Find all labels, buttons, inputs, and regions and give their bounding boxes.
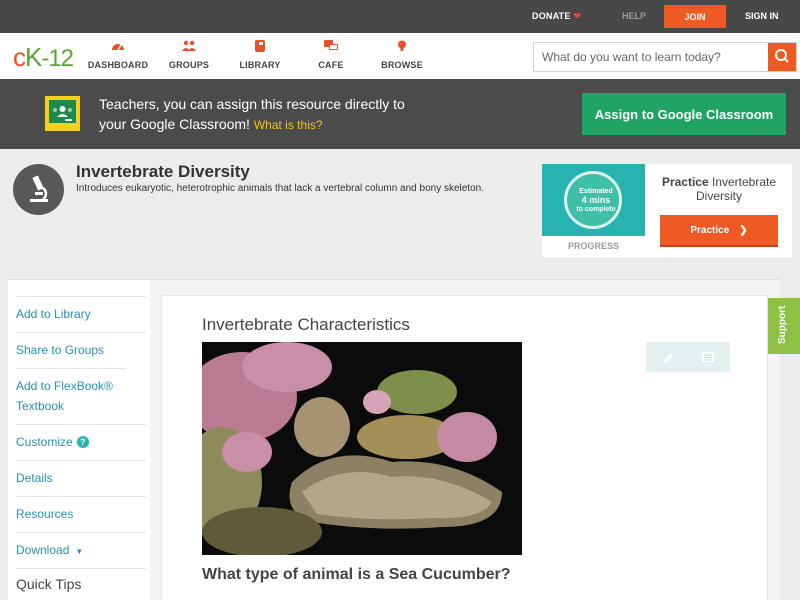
sidebar: Add to Library Share to Groups Add to Fl… bbox=[8, 280, 150, 600]
nav-dashboard-label: DASHBOARD bbox=[87, 60, 149, 70]
lesson-heading: Invertebrate Characteristics bbox=[202, 315, 410, 334]
what-is-this-link[interactable]: What is this? bbox=[254, 118, 323, 132]
sidebar-item-share-to-groups[interactable]: Share to Groups bbox=[16, 332, 146, 368]
dashboard-gauge-icon bbox=[112, 44, 124, 51]
ck12-logo[interactable]: cK-12 bbox=[13, 42, 74, 73]
practice-button-label: Practice bbox=[690, 224, 730, 236]
help-question-icon[interactable]: ? bbox=[76, 436, 89, 448]
groups-people-icon bbox=[182, 40, 196, 51]
sidebar-item-customize[interactable]: Customize? bbox=[16, 424, 146, 460]
browse-bulb-icon bbox=[398, 40, 406, 51]
estimated-label: Estimated bbox=[579, 188, 613, 195]
library-book-icon bbox=[255, 40, 265, 52]
nav-library[interactable]: LIBRARY bbox=[225, 40, 295, 70]
sea-cucumber-photo bbox=[202, 342, 522, 555]
sidebar-item-label: Download bbox=[16, 543, 70, 557]
sidebar-item-resources[interactable]: Resources bbox=[16, 496, 146, 532]
practice-title: Practice Invertebrate Diversity bbox=[654, 175, 784, 203]
practice-button[interactable]: Practice ❯ bbox=[660, 215, 778, 245]
support-tab-label: Support bbox=[777, 305, 788, 344]
nav-dashboard[interactable]: DASHBOARD bbox=[83, 40, 153, 70]
nav-browse-label: BROWSE bbox=[381, 60, 423, 70]
progress-label: PROGRESS bbox=[567, 241, 619, 251]
logo-k: K bbox=[25, 42, 42, 72]
google-classroom-icon bbox=[45, 96, 80, 131]
support-tab[interactable]: Support bbox=[768, 298, 800, 354]
nav-library-label: LIBRARY bbox=[239, 60, 281, 70]
sidebar-divider bbox=[16, 568, 146, 572]
estimate-circle: Estimated 4 mins to complete bbox=[564, 171, 622, 229]
help-link[interactable]: HELP bbox=[622, 11, 646, 21]
assign-to-google-classroom-button[interactable]: Assign to Google Classroom bbox=[582, 93, 786, 135]
sidebar-item-download[interactable]: Download ▼ bbox=[16, 532, 146, 568]
nav-groups[interactable]: GROUPS bbox=[154, 40, 224, 70]
classroom-message-line1: Teachers, you can assign this resource d… bbox=[99, 96, 405, 112]
sidebar-item-label: Details bbox=[16, 471, 53, 485]
nav-browse[interactable]: BROWSE bbox=[367, 40, 437, 70]
sidebar-item-label: Customize bbox=[16, 435, 73, 449]
concept-title: Invertebrate Diversity bbox=[76, 162, 250, 181]
estimated-minutes: 4 mins bbox=[581, 195, 611, 205]
search-button[interactable] bbox=[768, 43, 796, 71]
sidebar-item-label: Add to FlexBook® Textbook bbox=[16, 379, 113, 413]
search-icon bbox=[775, 49, 789, 63]
nav-groups-label: GROUPS bbox=[168, 60, 210, 70]
nav-cafe[interactable]: CAFE bbox=[296, 40, 366, 70]
sidebar-item-add-to-library[interactable]: Add to Library bbox=[16, 296, 146, 332]
sign-in-link[interactable]: SIGN IN bbox=[745, 11, 779, 21]
donate-link[interactable]: DONATE ❤ bbox=[532, 11, 581, 22]
nav-cafe-label: CAFE bbox=[318, 60, 344, 70]
sidebar-item-add-to-flexbook[interactable]: Add to FlexBook® Textbook bbox=[16, 368, 126, 424]
sidebar-item-label: Add to Library bbox=[16, 307, 91, 321]
sidebar-item-label: Share to Groups bbox=[16, 343, 105, 357]
quick-tips-heading[interactable]: Quick Tips bbox=[16, 576, 81, 592]
sidebar-item-label: Resources bbox=[16, 507, 74, 521]
heart-icon: ❤ bbox=[573, 11, 582, 21]
classroom-message-line2: your Google Classroom! bbox=[99, 116, 250, 132]
classroom-message: Teachers, you can assign this resource d… bbox=[99, 94, 405, 135]
practice-title-bold: Practice bbox=[661, 175, 709, 189]
top-utility-bar: DONATE ❤ HELP JOIN SIGN IN bbox=[0, 0, 800, 33]
logo-c: c bbox=[13, 42, 26, 72]
notes-icon[interactable] bbox=[698, 347, 718, 367]
progress-tile: Estimated 4 mins to complete bbox=[542, 164, 645, 236]
main-header: cK-12 DASHBOARD GROUPS LIBRARY CAFE BROW… bbox=[0, 33, 800, 79]
concept-description: Introduces eukaryotic, heterotrophic ani… bbox=[76, 183, 484, 194]
cafe-chat-icon bbox=[324, 40, 338, 50]
to-complete-label: to complete bbox=[576, 206, 616, 213]
chevron-right-icon: ❯ bbox=[739, 224, 748, 236]
sidebar-item-details[interactable]: Details bbox=[16, 460, 146, 496]
caret-down-icon: ▼ bbox=[75, 547, 84, 556]
lesson-tools bbox=[646, 342, 730, 372]
practice-card: Estimated 4 mins to complete PROGRESS Pr… bbox=[542, 164, 792, 257]
donate-label: DONATE bbox=[532, 11, 571, 21]
lesson-question: What type of animal is a Sea Cucumber? bbox=[202, 566, 511, 583]
join-button[interactable]: JOIN bbox=[664, 5, 726, 28]
pencil-icon[interactable] bbox=[658, 347, 678, 367]
search-input[interactable] bbox=[534, 43, 770, 71]
logo-num: -12 bbox=[41, 45, 74, 72]
microscope-icon bbox=[13, 164, 64, 215]
search-box bbox=[533, 42, 797, 72]
